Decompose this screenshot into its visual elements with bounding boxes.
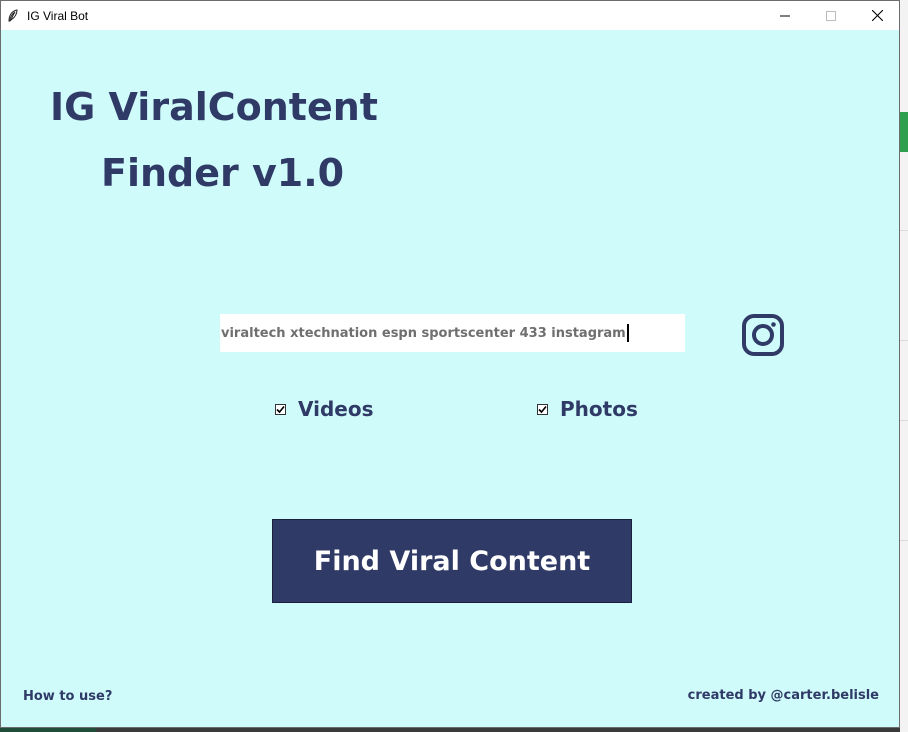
- title-bar[interactable]: IG Viral Bot: [1, 1, 899, 30]
- how-to-use-link[interactable]: How to use?: [23, 689, 112, 704]
- background-green-bar: [900, 112, 908, 152]
- checkmark-icon: [276, 405, 285, 413]
- maximize-icon: [826, 10, 836, 21]
- maximize-button[interactable]: [808, 1, 854, 30]
- background-desktop: [900, 0, 908, 732]
- close-icon: [871, 10, 883, 21]
- background-divider: [900, 230, 908, 231]
- minimize-button[interactable]: [762, 1, 808, 30]
- background-taskbar-fragment: [0, 728, 96, 732]
- page-title-line2: Finder v1.0: [101, 151, 345, 195]
- checkmark-icon: [538, 405, 547, 413]
- text-caret: [626, 324, 629, 342]
- accounts-input[interactable]: viraltech xtechnation espn sportscenter …: [220, 314, 685, 352]
- videos-option[interactable]: Videos: [275, 397, 374, 421]
- minimize-icon: [780, 15, 790, 16]
- close-button[interactable]: [854, 1, 900, 30]
- find-viral-content-button[interactable]: Find Viral Content: [272, 519, 632, 603]
- app-window: IG Viral Bot IG ViralContent Finder v1.0…: [0, 0, 900, 728]
- videos-label: Videos: [298, 397, 374, 421]
- instagram-icon: [741, 313, 785, 357]
- videos-checkbox[interactable]: [275, 403, 286, 415]
- feather-icon: [7, 8, 21, 23]
- background-divider: [900, 340, 908, 341]
- accounts-input-value: viraltech xtechnation espn sportscenter …: [221, 325, 626, 341]
- background-divider: [900, 420, 908, 421]
- page-title-line1: IG ViralContent: [50, 85, 378, 129]
- background-divider: [900, 540, 908, 541]
- photos-option[interactable]: Photos: [537, 397, 638, 421]
- photos-checkbox[interactable]: [537, 403, 548, 415]
- credit-text: created by @carter.belisle: [687, 688, 879, 703]
- window-title: IG Viral Bot: [27, 8, 89, 23]
- photos-label: Photos: [560, 397, 638, 421]
